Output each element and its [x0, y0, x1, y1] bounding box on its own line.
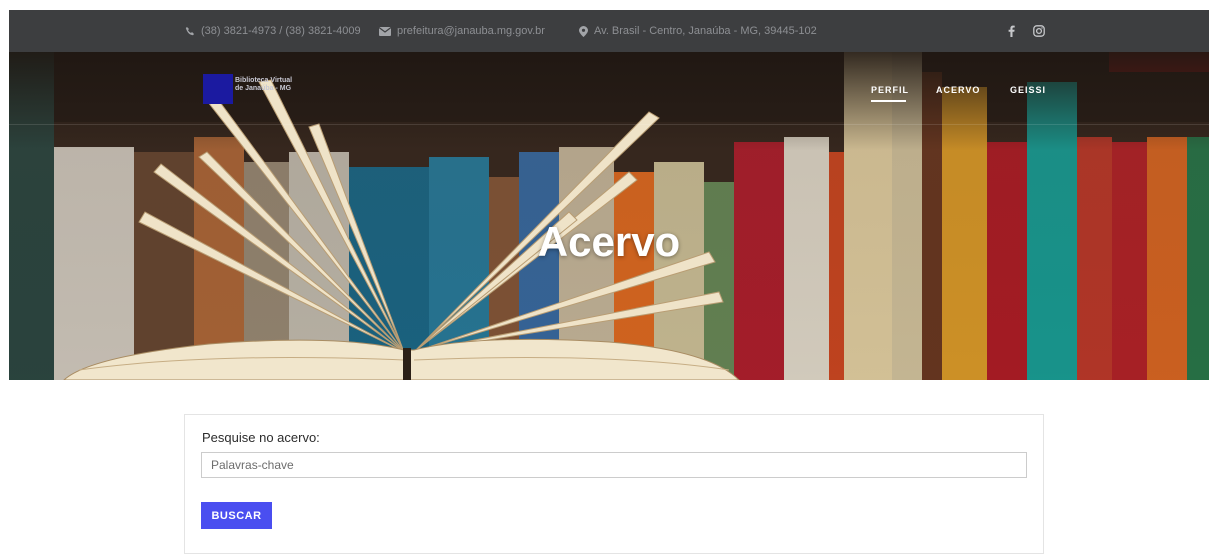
logo-line-2: de Janaúba - MG: [235, 85, 292, 92]
email-text[interactable]: prefeitura@janauba.mg.gov.br: [397, 25, 545, 37]
map-pin-icon: [579, 25, 588, 37]
search-input[interactable]: [201, 452, 1027, 478]
email-info: prefeitura@janauba.mg.gov.br: [379, 10, 545, 52]
address-info: Av. Brasil - Centro, Janaúba - MG, 39445…: [579, 10, 817, 52]
hero-banner: Biblioteca Virtual de Janaúba - MG PERFI…: [9, 52, 1209, 380]
phone-text[interactable]: (38) 3821-4973 / (38) 3821-4009: [201, 25, 361, 37]
instagram-icon[interactable]: [1033, 10, 1045, 52]
phone-info: (38) 3821-4973 / (38) 3821-4009: [185, 10, 361, 52]
page-title: Acervo: [537, 218, 681, 265]
active-nav-indicator: [871, 100, 906, 102]
envelope-icon: [379, 26, 391, 36]
phone-icon: [185, 26, 195, 36]
facebook-icon[interactable]: [1008, 10, 1015, 52]
search-button[interactable]: BUSCAR: [201, 502, 272, 529]
logo[interactable]: [203, 74, 233, 104]
logo-text[interactable]: Biblioteca Virtual de Janaúba - MG: [235, 77, 292, 93]
nav-item-geissi[interactable]: GEISSI: [1010, 85, 1046, 95]
search-label: Pesquise no acervo:: [202, 430, 320, 445]
nav-item-perfil[interactable]: PERFIL: [871, 85, 909, 95]
address-text: Av. Brasil - Centro, Janaúba - MG, 39445…: [594, 25, 817, 37]
top-info-bar: (38) 3821-4973 / (38) 3821-4009 prefeitu…: [9, 10, 1209, 52]
logo-line-1: Biblioteca Virtual: [235, 77, 293, 84]
bookshelf-background-image: [9, 52, 1209, 380]
nav-item-acervo[interactable]: ACERVO: [936, 85, 980, 95]
nav-divider: [9, 124, 1209, 125]
search-panel: Pesquise no acervo: BUSCAR: [184, 414, 1044, 554]
